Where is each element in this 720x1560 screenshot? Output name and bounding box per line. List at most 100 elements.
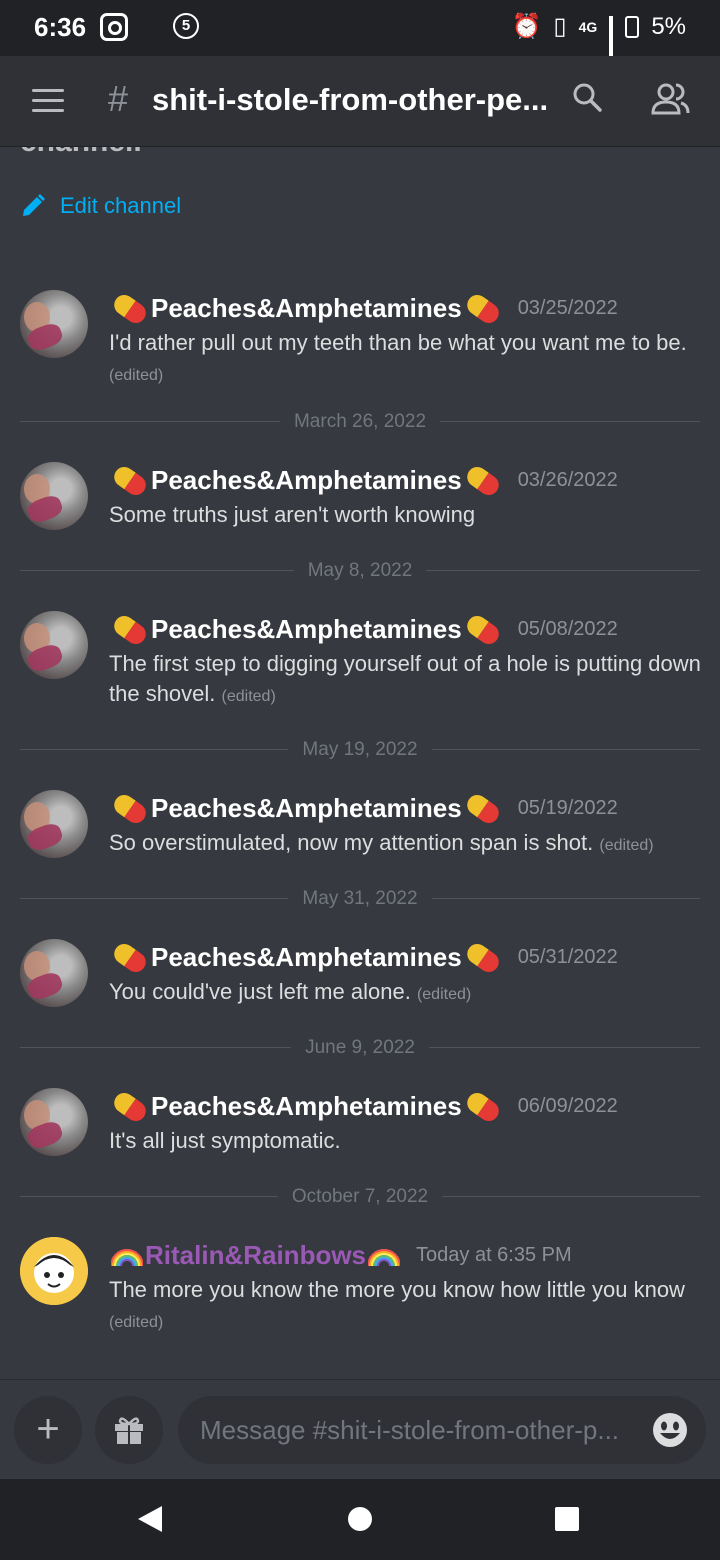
author-name: Ritalin&Rainbows: [145, 1240, 367, 1270]
message-timestamp: 06/09/2022: [517, 1095, 618, 1117]
author-name: Peaches&Amphetamines: [151, 293, 462, 323]
message-body: The first step to digging yourself out o…: [109, 651, 701, 706]
message-body: The more you know the more you know how …: [109, 1277, 685, 1302]
edited-tag: (edited): [221, 688, 276, 705]
rainbow-emoji-icon: [368, 1245, 401, 1266]
instagram-notification-icon: [100, 13, 128, 41]
pill-emoji-icon: [110, 462, 150, 499]
message-author[interactable]: Peaches&Amphetamines 06/09/2022: [109, 1088, 618, 1125]
pill-emoji-icon: [110, 611, 150, 648]
recents-icon[interactable]: [555, 1507, 579, 1531]
pill-emoji-icon: [110, 790, 150, 827]
message-author[interactable]: Peaches&Amphetamines 03/26/2022: [109, 462, 618, 499]
message-timestamp: 05/31/2022: [517, 946, 618, 968]
date-divider-label: October 7, 2022: [277, 1185, 443, 1209]
date-divider: May 19, 2022: [20, 738, 700, 762]
message-author[interactable]: Peaches&Amphetamines 05/31/2022: [109, 939, 618, 976]
date-divider: March 26, 2022: [20, 410, 700, 434]
avatar[interactable]: [20, 1237, 88, 1305]
message-body: So overstimulated, now my attention span…: [109, 830, 594, 855]
date-divider: May 31, 2022: [20, 887, 700, 911]
message-body: I'd rather pull out my teeth than be wha…: [109, 330, 687, 355]
message-timestamp: 05/19/2022: [517, 797, 618, 819]
pill-emoji-icon: [463, 462, 503, 499]
pill-emoji-icon: [110, 939, 150, 976]
message-text: You could've just left me alone. (edited…: [109, 977, 709, 1010]
message-timestamp: 05/08/2022: [517, 618, 618, 640]
author-name: Peaches&Amphetamines: [151, 614, 462, 644]
message-text: It's all just symptomatic.: [109, 1126, 709, 1156]
message-text: I'd rather pull out my teeth than be wha…: [109, 328, 709, 391]
gift-icon: [115, 1417, 143, 1444]
date-divider-label: June 9, 2022: [291, 1036, 429, 1060]
edit-channel-link[interactable]: Edit channel: [20, 193, 181, 219]
message-composer: + Message #shit-i-stole-from-other-p...: [0, 1379, 720, 1480]
pill-emoji-icon: [463, 1088, 503, 1125]
back-icon[interactable]: [138, 1506, 162, 1532]
edited-tag: (edited): [109, 367, 164, 384]
hash-icon: #: [108, 78, 129, 119]
pill-emoji-icon: [110, 1088, 150, 1125]
signal-icon: [609, 15, 614, 86]
search-icon[interactable]: [572, 82, 602, 112]
avatar[interactable]: [20, 611, 88, 679]
message-author[interactable]: Peaches&Amphetamines 05/19/2022: [109, 790, 618, 827]
message-timestamp: Today at 6:35 PM: [416, 1244, 572, 1266]
pill-emoji-icon: [463, 790, 503, 827]
pill-emoji-icon: [463, 290, 503, 327]
date-divider: October 7, 2022: [20, 1185, 700, 1209]
edit-channel-label: Edit channel: [60, 193, 182, 218]
date-divider-label: May 8, 2022: [293, 559, 427, 583]
home-icon[interactable]: [348, 1507, 372, 1531]
message-author[interactable]: Peaches&Amphetamines 05/08/2022: [109, 611, 618, 648]
channel-intro-text: channel.: [20, 147, 142, 159]
avatar[interactable]: [20, 290, 88, 358]
edited-tag: (edited): [109, 1314, 164, 1331]
message-input[interactable]: Message #shit-i-stole-from-other-p...: [178, 1396, 706, 1464]
alarm-icon: ⏰: [511, 13, 542, 40]
emoji-icon[interactable]: [652, 1412, 688, 1448]
author-name: Peaches&Amphetamines: [151, 942, 462, 972]
message-list[interactable]: channel. Edit channel Peaches&Amphetamin…: [0, 147, 720, 1379]
channel-header: # shit-i-stole-from-other-pe...: [0, 56, 720, 147]
menu-icon[interactable]: [32, 89, 64, 113]
battery-icon: [625, 15, 640, 38]
author-name: Peaches&Amphetamines: [151, 465, 462, 495]
message-author[interactable]: Peaches&Amphetamines 03/25/2022: [109, 290, 618, 327]
message-body: You could've just left me alone.: [109, 979, 411, 1004]
edited-tag: (edited): [416, 986, 472, 1003]
status-time: 6:36: [34, 12, 87, 42]
edited-tag: (edited): [599, 837, 654, 854]
message-body: It's all just symptomatic.: [109, 1128, 341, 1153]
network-label: 4G: [578, 18, 598, 35]
avatar[interactable]: [20, 790, 88, 858]
channel-title[interactable]: shit-i-stole-from-other-pe...: [152, 82, 548, 118]
avatar[interactable]: [20, 462, 88, 530]
pill-emoji-icon: [463, 611, 503, 648]
author-name: Peaches&Amphetamines: [151, 1091, 462, 1121]
notification-count-badge: 5: [173, 13, 199, 39]
message-text: Some truths just aren't worth knowing: [109, 500, 709, 530]
rainbow-emoji-icon: [111, 1245, 143, 1266]
message-text: The more you know the more you know how …: [109, 1275, 709, 1338]
message-text: The first step to digging yourself out o…: [109, 649, 709, 712]
date-divider-label: March 26, 2022: [279, 410, 441, 434]
pill-emoji-icon: [463, 939, 503, 976]
date-divider: May 8, 2022: [20, 559, 700, 583]
date-divider: June 9, 2022: [20, 1036, 700, 1060]
system-navigation-bar: [0, 1479, 720, 1560]
message-text: So overstimulated, now my attention span…: [109, 828, 709, 861]
vibrate-icon: ▯: [553, 13, 567, 40]
status-bar: 6:36 5 ⏰ ▯ 4G 5%: [0, 0, 720, 86]
message-timestamp: 03/25/2022: [517, 297, 618, 319]
avatar[interactable]: [20, 939, 88, 1007]
avatar[interactable]: [20, 1088, 88, 1156]
date-divider-label: May 31, 2022: [288, 887, 432, 911]
date-divider-label: May 19, 2022: [288, 738, 432, 762]
status-icons: ⏰ ▯ 4G 5%: [511, 12, 686, 86]
gift-button[interactable]: [95, 1396, 163, 1464]
add-attachment-button[interactable]: +: [14, 1396, 82, 1464]
message-author[interactable]: Ritalin&Rainbows Today at 6:35 PM: [109, 1240, 572, 1271]
members-icon[interactable]: [650, 82, 690, 116]
pencil-icon: [23, 194, 45, 216]
